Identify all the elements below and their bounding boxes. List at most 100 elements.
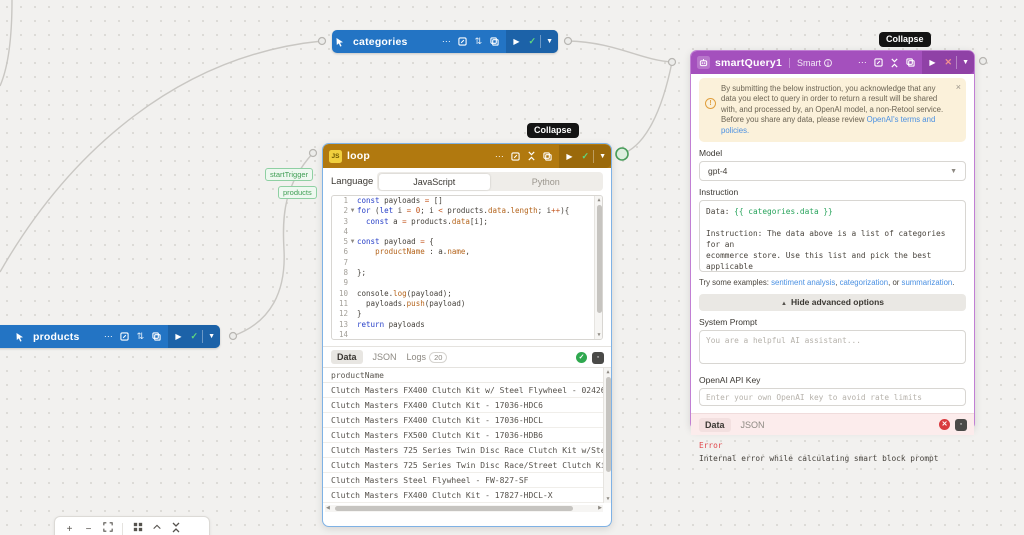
table-row[interactable]: Clutch Masters FX400 Clutch Kit - 17827-… xyxy=(323,488,611,503)
line-number: 1 xyxy=(343,196,348,205)
run-menu-chevron-icon[interactable]: ▼ xyxy=(203,333,220,340)
instruction-editor[interactable]: Data: {{ categories.data }} Instruction:… xyxy=(699,200,966,273)
mode-selector[interactable]: Smart i xyxy=(788,57,832,68)
smartquery-header[interactable]: smartQuery1 Smart i ⋯ ▶ ✕ ▼ xyxy=(691,51,974,74)
duplicate-icon[interactable] xyxy=(902,51,918,74)
fold-icon[interactable]: ▼ xyxy=(348,237,357,247)
run-menu-chevron-icon[interactable]: ▼ xyxy=(541,38,558,45)
node-products[interactable]: products ⋯ ⇅ ▶ ✓ ▼ xyxy=(0,325,220,348)
table-row[interactable]: Clutch Masters FX400 Clutch Kit - 17036-… xyxy=(323,398,611,413)
more-options-icon[interactable]: ⋯ xyxy=(100,325,116,348)
language-option-javascript[interactable]: JavaScript xyxy=(378,173,490,190)
text-segment: }; xyxy=(357,268,367,278)
success-check-icon: ✓ xyxy=(528,36,537,46)
swap-icon[interactable]: ⇅ xyxy=(132,325,148,348)
node-title: categories xyxy=(353,35,408,48)
node-title: smartQuery1 xyxy=(715,56,782,69)
collapse-all-icon[interactable] xyxy=(167,522,184,535)
text-segment: ; i xyxy=(537,206,552,216)
model-select[interactable]: gpt-4 ▼ xyxy=(699,161,966,182)
hide-advanced-options-button[interactable]: ▲ Hide advanced options xyxy=(699,294,966,312)
example-link[interactable]: categorization xyxy=(840,278,889,287)
code-line: 4 xyxy=(332,227,602,237)
auto-layout-icon[interactable] xyxy=(129,522,146,535)
code-line: 2 ▼ for (let i = 0; i < products. data. leng… xyxy=(332,206,602,216)
run-icon[interactable]: ▶ xyxy=(559,152,577,161)
debugger-icon[interactable]: ◦ xyxy=(955,418,967,431)
node-smartquery1[interactable]: smartQuery1 Smart i ⋯ ▶ ✕ ▼ ! By submitt… xyxy=(690,50,975,463)
table-row[interactable]: Clutch Masters FX400 Clutch Kit - 17036-… xyxy=(323,413,611,428)
gutter-space xyxy=(348,227,357,237)
tab-data[interactable]: Data xyxy=(331,350,363,364)
run-menu-chevron-icon[interactable]: ▼ xyxy=(594,153,611,160)
expand-all-icon[interactable] xyxy=(148,522,165,535)
api-key-label: OpenAI API Key xyxy=(699,375,761,386)
comment-icon[interactable] xyxy=(507,145,523,168)
text-segment: Try some examples: xyxy=(699,278,772,288)
duplicate-icon[interactable] xyxy=(539,145,555,168)
tab-data[interactable]: Data xyxy=(699,417,731,432)
table-row[interactable]: Clutch Masters FX500 Clutch Kit - 17036-… xyxy=(323,428,611,443)
code-editor[interactable]: 1 const payloads = [] 2 ▼ for (let i = 0; i … xyxy=(331,195,603,340)
zoom-out-icon[interactable]: − xyxy=(80,522,97,535)
tab-logs[interactable]: Logs xyxy=(407,352,427,362)
text-segment: for xyxy=(357,206,371,216)
notes-icon[interactable] xyxy=(186,522,203,535)
node-categories[interactable]: categories ⋯ ⇅ ▶ ✓ ▼ xyxy=(332,30,558,53)
loop-output-tabs: Data JSON Logs 20 ✓ ◦ xyxy=(323,346,611,367)
api-key-input[interactable] xyxy=(699,388,966,407)
fold-icon[interactable]: ▼ xyxy=(348,206,357,216)
gutter-space xyxy=(348,309,357,319)
code-line: 5 ▼ const payload = { xyxy=(332,237,602,247)
swap-icon[interactable]: ⇅ xyxy=(470,30,486,53)
logs-count-badge: 20 xyxy=(429,351,448,363)
table-row[interactable]: Clutch Masters 725 Series Twin Disc Race… xyxy=(323,458,611,473)
code-scrollbar[interactable]: ▲ ▼ xyxy=(594,196,602,339)
table-horizontal-scrollbar[interactable]: ◀ ▶ xyxy=(325,505,603,512)
code-line: 6 productName : a. name, xyxy=(332,247,602,257)
more-options-icon[interactable]: ⋯ xyxy=(491,145,507,168)
run-icon[interactable]: ▶ xyxy=(506,37,524,46)
table-row[interactable]: Clutch Masters Steel Flywheel - FW-827-S… xyxy=(323,473,611,488)
run-menu-chevron-icon[interactable]: ▼ xyxy=(957,59,974,66)
debugger-icon[interactable]: ◦ xyxy=(592,351,604,364)
line-number: 2 xyxy=(343,206,348,216)
comment-icon[interactable] xyxy=(116,325,132,348)
table-scrollbar[interactable]: ▲ ▼ xyxy=(603,368,611,503)
edge-label-products: products xyxy=(278,186,317,199)
workflow-canvas[interactable]: { "tooltips": { "collapse": "Collapse" }… xyxy=(0,0,1024,535)
example-link[interactable]: summarization xyxy=(902,278,953,287)
collapse-icon[interactable] xyxy=(523,145,539,168)
more-options-icon[interactable]: ⋯ xyxy=(438,30,454,53)
fit-view-icon[interactable] xyxy=(99,522,116,535)
canvas-toolbar: + − xyxy=(54,516,210,535)
duplicate-icon[interactable] xyxy=(148,325,164,348)
tab-json[interactable]: JSON xyxy=(741,420,765,430)
comment-icon[interactable] xyxy=(870,51,886,74)
run-icon[interactable]: ▶ xyxy=(922,58,940,67)
zoom-in-icon[interactable]: + xyxy=(61,522,78,535)
tab-json[interactable]: JSON xyxy=(373,352,397,362)
example-link[interactable]: sentiment analysis xyxy=(771,278,835,287)
system-prompt-input[interactable] xyxy=(699,330,966,365)
instruction-line: ecommerce store. Use this list and pick … xyxy=(706,250,959,271)
dismiss-warning-icon[interactable]: × xyxy=(956,82,961,92)
text-segment: , xyxy=(465,247,470,257)
edge-offscreen-topleft xyxy=(0,0,13,87)
collapse-icon[interactable] xyxy=(886,51,902,74)
code-line: 10 console. log (payload); xyxy=(332,289,602,299)
loop-header[interactable]: JS loop ⋯ ▶ ✓ ▼ xyxy=(323,144,611,168)
table-row[interactable]: Clutch Masters 725 Series Twin Disc Race… xyxy=(323,443,611,458)
text-segment: let xyxy=(379,206,394,216)
run-icon[interactable]: ▶ xyxy=(168,332,186,341)
code-line: 8}; xyxy=(332,268,602,278)
run-success-icon: ✓ xyxy=(576,352,587,363)
language-option-python[interactable]: Python xyxy=(490,174,602,190)
more-options-icon[interactable]: ⋯ xyxy=(854,51,870,74)
text-segment: (payload); xyxy=(406,288,452,298)
node-loop[interactable]: JS loop ⋯ ▶ ✓ ▼ Language JavaScript Pyth… xyxy=(322,143,612,527)
gutter-space xyxy=(348,268,357,278)
table-row[interactable]: Clutch Masters FX400 Clutch Kit w/ Steel… xyxy=(323,383,611,398)
comment-icon[interactable] xyxy=(454,30,470,53)
duplicate-icon[interactable] xyxy=(486,30,502,53)
